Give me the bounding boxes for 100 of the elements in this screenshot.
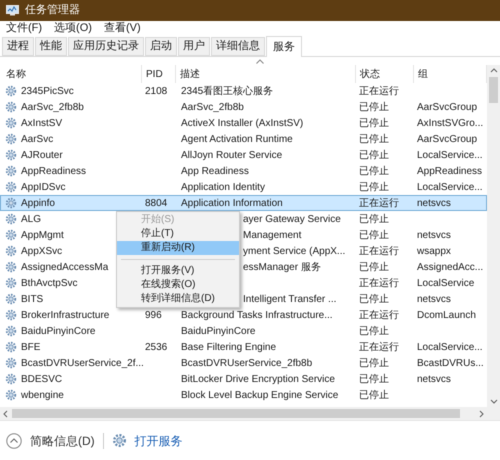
gear-icon <box>5 357 17 369</box>
group-cell: LocalService... <box>417 342 483 352</box>
column-header[interactable]: 状态 <box>356 65 414 83</box>
menu-item[interactable]: 重新启动(R) <box>117 241 239 255</box>
gear-icon <box>5 389 17 401</box>
status-cell: 已停止 <box>359 134 389 144</box>
group-cell: AarSvcGroup <box>417 102 478 112</box>
menu-item[interactable]: 停止(T) <box>117 227 239 241</box>
gear-icon <box>5 213 17 225</box>
menu-item[interactable]: 在线搜索(O) <box>117 278 239 292</box>
description-cell: 2345看图王核心服务 <box>181 86 274 96</box>
pid-cell: 2108 <box>145 86 168 96</box>
service-name[interactable]: BcastDVRUserService_2f... <box>21 356 144 370</box>
scrollbar-thumb[interactable] <box>489 77 498 103</box>
status-cell: 正在运行 <box>359 310 399 320</box>
menu-item[interactable]: 打开服务(V) <box>117 264 239 278</box>
group-cell: LocalService... <box>417 150 483 160</box>
menu-item[interactable]: 查看(V) <box>104 20 141 37</box>
group-cell: netsvcs <box>417 374 451 384</box>
less-details-button[interactable]: 简略信息(D) <box>30 432 95 450</box>
column-header[interactable]: PID <box>142 65 176 83</box>
service-name[interactable]: BaiduPinyinCore <box>21 324 96 338</box>
status-cell: 已停止 <box>359 182 389 192</box>
status-cell: 已停止 <box>359 214 389 224</box>
description-cell: Agent Activation Runtime <box>181 134 293 144</box>
description-cell: AarSvc_2fb8b <box>181 102 244 112</box>
horizontal-scrollbar[interactable] <box>0 407 487 420</box>
menu-item[interactable]: 转到详细信息(D) <box>117 292 239 306</box>
group-cell: LocalService <box>417 278 474 288</box>
tab[interactable]: 性能 <box>35 37 67 56</box>
service-name[interactable]: Appinfo <box>21 196 55 210</box>
vertical-scrollbar[interactable] <box>487 65 500 420</box>
group-cell: netsvcs <box>417 294 451 304</box>
gear-icon <box>5 117 17 129</box>
service-name[interactable]: AppMgmt <box>21 228 64 242</box>
status-cell: 正在运行 <box>359 86 399 96</box>
gear-icon <box>5 309 17 321</box>
description-cell: App Readiness <box>181 166 249 176</box>
service-name[interactable]: BthAvctpSvc <box>21 276 78 290</box>
group-cell: wsappx <box>417 246 451 256</box>
gear-icon <box>5 197 17 209</box>
menu-item[interactable]: 文件(F) <box>6 20 42 37</box>
status-cell: 已停止 <box>359 262 389 272</box>
group-cell: AarSvcGroup <box>417 134 478 144</box>
service-name[interactable]: AarSvc_2fb8b <box>21 100 84 114</box>
service-name[interactable]: AJRouter <box>21 148 63 162</box>
gear-icon <box>5 325 17 337</box>
gear-icon <box>5 277 17 289</box>
description-cell: essManager 服务 <box>243 262 321 272</box>
description-cell: ayer Gateway Service <box>243 214 341 224</box>
tab[interactable]: 详细信息 <box>211 37 265 56</box>
description-cell: ActiveX Installer (AxInstSV) <box>181 118 304 128</box>
collapse-icon[interactable] <box>6 432 22 448</box>
tab[interactable]: 应用历史记录 <box>68 37 144 56</box>
column-header[interactable]: 描述 <box>176 65 356 83</box>
column-header[interactable]: 名称 <box>0 65 142 83</box>
gear-icon <box>5 149 17 161</box>
status-cell: 正在运行 <box>359 342 399 352</box>
description-cell: Background Tasks Infrastructure... <box>181 310 333 320</box>
service-name[interactable]: AppIDSvc <box>21 180 66 194</box>
service-name[interactable]: 2345PicSvc <box>21 84 74 98</box>
service-name[interactable]: AarSvc <box>21 132 54 146</box>
tab[interactable]: 用户 <box>178 37 210 56</box>
service-name[interactable]: AssignedAccessMa <box>21 260 108 274</box>
gear-icon <box>5 229 17 241</box>
status-cell: 已停止 <box>359 150 389 160</box>
tab[interactable]: 进程 <box>2 37 34 56</box>
tab[interactable]: 服务 <box>266 36 302 57</box>
service-name[interactable]: AppXSvc <box>21 244 62 258</box>
group-cell: LocalService... <box>417 182 483 192</box>
group-cell: BcastDVRUs... <box>417 358 484 368</box>
pid-cell: 996 <box>145 310 162 320</box>
description-cell: Intelligent Transfer ... <box>243 294 336 304</box>
status-cell: 已停止 <box>359 230 389 240</box>
service-name[interactable]: BITS <box>21 292 44 306</box>
service-name[interactable]: BDESVC <box>21 372 62 386</box>
scrollbar-thumb[interactable] <box>12 409 460 418</box>
menu-item[interactable]: 选项(O) <box>54 20 92 37</box>
description-cell: Management <box>243 230 302 240</box>
gear-icon <box>5 261 17 273</box>
service-name[interactable]: ALG <box>21 212 42 226</box>
status-cell: 已停止 <box>359 390 389 400</box>
group-cell: AppReadiness <box>417 166 482 176</box>
monitor-icon <box>6 5 19 16</box>
gear-icon <box>5 341 17 353</box>
status-cell: 已停止 <box>359 326 389 336</box>
open-services-link[interactable]: 打开服务 <box>134 432 183 450</box>
service-name[interactable]: wbengine <box>21 388 64 402</box>
description-cell: BcastDVRUserService_2fb8b <box>181 358 312 368</box>
gear-icon <box>5 165 17 177</box>
service-name[interactable]: AxInstSV <box>21 116 62 130</box>
group-cell: DcomLaunch <box>417 310 476 320</box>
status-cell: 已停止 <box>359 358 389 368</box>
status-cell: 已停止 <box>359 294 389 304</box>
service-name[interactable]: BrokerInfrastructure <box>21 308 110 322</box>
service-name[interactable]: AppReadiness <box>21 164 86 178</box>
status-cell: 正在运行 <box>359 246 399 256</box>
description-cell: Block Level Backup Engine Service <box>181 390 338 400</box>
tab[interactable]: 启动 <box>145 37 177 56</box>
service-name[interactable]: BFE <box>21 340 40 354</box>
